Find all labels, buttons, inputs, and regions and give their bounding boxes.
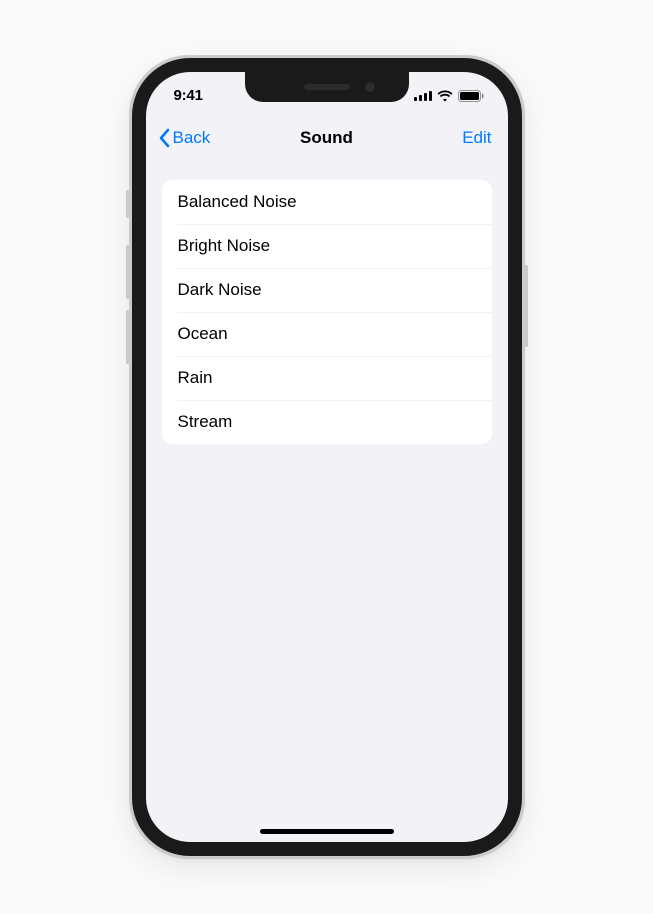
volume-down-button bbox=[126, 310, 129, 364]
list-item-label: Stream bbox=[178, 412, 233, 432]
status-time: 9:41 bbox=[174, 87, 203, 104]
battery-icon bbox=[458, 90, 484, 102]
back-label: Back bbox=[173, 128, 211, 148]
nav-bar: Back Sound Edit bbox=[146, 116, 508, 160]
list-item-label: Dark Noise bbox=[178, 280, 262, 300]
status-icons bbox=[414, 90, 484, 102]
list-item-label: Ocean bbox=[178, 324, 228, 344]
phone-device: 9:41 bbox=[129, 55, 525, 859]
back-button[interactable]: Back bbox=[158, 128, 211, 148]
list-item[interactable]: Ocean bbox=[162, 312, 492, 356]
content-area: Balanced Noise Bright Noise Dark Noise O… bbox=[146, 160, 508, 444]
speaker-grille bbox=[304, 84, 350, 90]
list-item[interactable]: Bright Noise bbox=[162, 224, 492, 268]
list-item[interactable]: Rain bbox=[162, 356, 492, 400]
wifi-icon bbox=[437, 90, 453, 102]
phone-frame: 9:41 bbox=[132, 58, 522, 856]
cellular-icon bbox=[414, 90, 432, 101]
list-item[interactable]: Dark Noise bbox=[162, 268, 492, 312]
power-button bbox=[525, 265, 528, 347]
list-item-label: Bright Noise bbox=[178, 236, 271, 256]
silence-switch bbox=[126, 190, 129, 218]
edit-button[interactable]: Edit bbox=[462, 128, 495, 148]
front-camera bbox=[365, 82, 375, 92]
sounds-list: Balanced Noise Bright Noise Dark Noise O… bbox=[162, 180, 492, 444]
chevron-left-icon bbox=[158, 128, 170, 148]
list-item-label: Rain bbox=[178, 368, 213, 388]
volume-up-button bbox=[126, 245, 129, 299]
screen: 9:41 bbox=[146, 72, 508, 842]
home-indicator[interactable] bbox=[260, 829, 394, 834]
list-item[interactable]: Balanced Noise bbox=[162, 180, 492, 224]
list-item[interactable]: Stream bbox=[162, 400, 492, 444]
notch bbox=[245, 72, 409, 102]
list-item-label: Balanced Noise bbox=[178, 192, 297, 212]
